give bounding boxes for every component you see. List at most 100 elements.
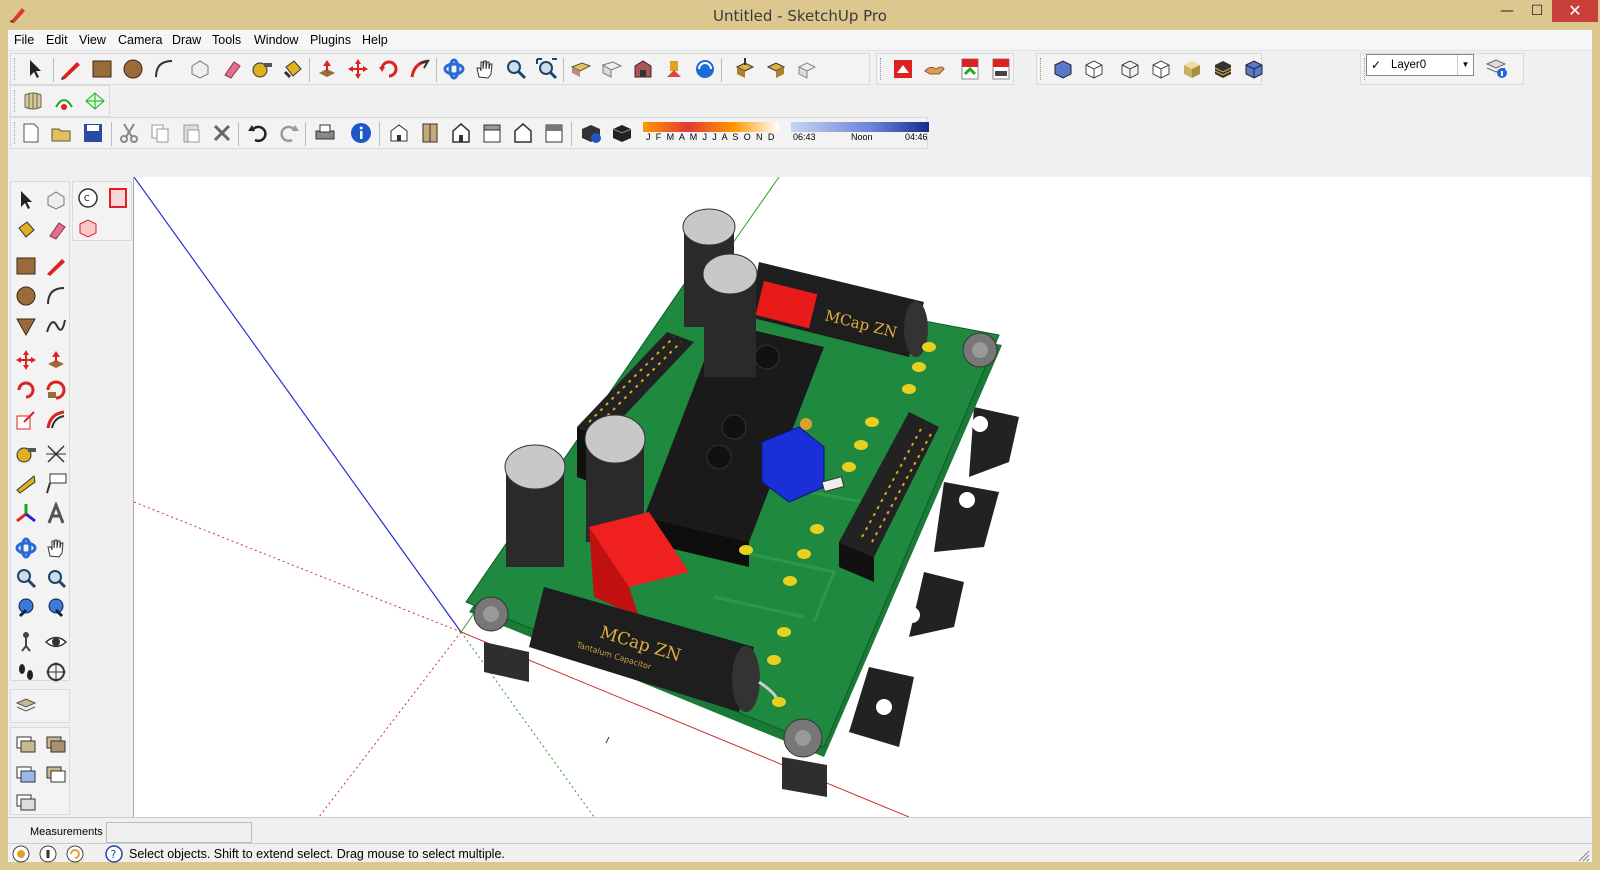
previous-view-icon[interactable] [12, 594, 40, 622]
paint-bucket-icon[interactable] [279, 55, 307, 83]
add-scene-icon[interactable] [12, 730, 40, 758]
eraser-icon[interactable] [42, 216, 70, 244]
move-icon[interactable] [12, 346, 40, 374]
menu-edit[interactable]: Edit [46, 33, 68, 47]
sandbox-smoove-icon[interactable] [50, 87, 78, 115]
orbit-icon[interactable] [440, 55, 468, 83]
back-view-icon[interactable] [509, 119, 537, 147]
make-component-icon[interactable] [186, 55, 214, 83]
push-pull-icon[interactable] [42, 346, 70, 374]
extension-icon[interactable] [660, 55, 688, 83]
pdf-export-icon[interactable] [889, 55, 917, 83]
freehand-icon[interactable] [42, 312, 70, 340]
look-around-icon[interactable] [42, 628, 70, 656]
scene-manager-icon[interactable] [12, 760, 40, 788]
rotate-icon[interactable] [12, 376, 40, 404]
export-icon[interactable] [762, 55, 790, 83]
position-camera-icon[interactable] [12, 628, 40, 656]
pencil-line-icon[interactable] [57, 55, 85, 83]
scene-delete-icon[interactable] [12, 788, 40, 816]
shadow-settings-icon[interactable] [577, 119, 605, 147]
rotate-icon[interactable] [375, 55, 403, 83]
undo-icon[interactable] [244, 119, 272, 147]
shaded-style-icon[interactable] [1178, 55, 1206, 83]
3d-text-icon[interactable] [42, 500, 70, 528]
pan-hand-icon[interactable] [471, 55, 499, 83]
top-view-icon[interactable] [416, 119, 444, 147]
scale-icon[interactable] [12, 406, 40, 434]
copy-icon[interactable] [146, 119, 174, 147]
select-arrow-icon[interactable] [21, 55, 49, 83]
section-cut-icon[interactable] [74, 214, 102, 242]
geo-location-icon[interactable] [11, 844, 31, 864]
tape-measure-icon[interactable] [248, 55, 276, 83]
sandbox-contours-icon[interactable] [19, 87, 47, 115]
measurements-input[interactable] [106, 822, 252, 843]
left-view-icon[interactable] [540, 119, 568, 147]
close-button[interactable]: ✕ [1552, 0, 1598, 22]
open-folder-icon[interactable] [48, 119, 76, 147]
hands-icon[interactable] [920, 55, 948, 83]
tape-measure-icon[interactable] [12, 440, 40, 468]
cut-icon[interactable] [115, 119, 143, 147]
shadow-month-slider[interactable]: J F M A M J J A S O N D [643, 122, 779, 144]
shaded-textures-style-icon[interactable] [1209, 55, 1237, 83]
circle-icon[interactable] [119, 55, 147, 83]
delete-icon[interactable] [208, 119, 236, 147]
pdf-import-icon[interactable] [956, 55, 984, 83]
resize-grip-icon[interactable] [1576, 848, 1590, 862]
redo-icon[interactable] [275, 119, 303, 147]
follow-me-icon[interactable] [406, 55, 434, 83]
account-icon[interactable] [65, 844, 85, 864]
select-arrow-icon[interactable] [12, 186, 40, 214]
sandbox-scratch-icon[interactable] [81, 87, 109, 115]
save-icon[interactable] [79, 119, 107, 147]
move-icon[interactable] [344, 55, 372, 83]
dimension-icon[interactable] [42, 440, 70, 468]
polygon-icon[interactable] [12, 312, 40, 340]
menu-window[interactable]: Window [254, 33, 298, 47]
protractor-icon[interactable] [12, 470, 40, 498]
pencil-line-icon[interactable] [42, 252, 70, 280]
new-file-icon[interactable] [17, 119, 45, 147]
orbit-icon[interactable] [12, 534, 40, 562]
menu-camera[interactable]: Camera [118, 33, 162, 47]
display-section-icon[interactable] [104, 184, 132, 212]
menu-tools[interactable]: Tools [212, 33, 241, 47]
menu-view[interactable]: View [79, 33, 106, 47]
import-icon[interactable] [731, 55, 759, 83]
iso-view-icon[interactable] [385, 119, 413, 147]
menu-plugins[interactable]: Plugins [310, 33, 351, 47]
menu-file[interactable]: File [14, 33, 34, 47]
offset-icon[interactable] [42, 406, 70, 434]
menu-draw[interactable]: Draw [172, 33, 201, 47]
monochrome-style-icon[interactable] [1240, 55, 1268, 83]
rectangle-icon[interactable] [12, 252, 40, 280]
walk-icon[interactable] [12, 658, 40, 686]
modeling-viewport[interactable]: MCap ZN MCap ZN Tantalum Capacitor [133, 177, 1590, 817]
axes-icon[interactable] [12, 500, 40, 528]
shadow-time-slider[interactable]: 06:43 Noon 04:46 [791, 122, 929, 144]
minimize-button[interactable]: — [1492, 0, 1522, 22]
section-plane-icon[interactable] [42, 658, 70, 686]
right-view-icon[interactable] [478, 119, 506, 147]
follow-me-icon[interactable] [42, 376, 70, 404]
xray-style-icon[interactable] [1049, 55, 1077, 83]
paste-icon[interactable] [177, 119, 205, 147]
maximize-button[interactable]: ☐ [1522, 0, 1552, 22]
warehouse-icon[interactable] [629, 55, 657, 83]
rectangle-icon[interactable] [88, 55, 116, 83]
next-view-icon[interactable] [42, 594, 70, 622]
arc-icon[interactable] [150, 55, 178, 83]
text-tool-icon[interactable] [42, 470, 70, 498]
section-plane-tool-icon[interactable]: C [74, 184, 102, 212]
front-view-icon[interactable] [447, 119, 475, 147]
zoom-icon[interactable] [502, 55, 530, 83]
circle-icon[interactable] [12, 282, 40, 310]
pdf-html-icon[interactable] [987, 55, 1015, 83]
credits-icon[interactable] [38, 844, 58, 864]
arc-icon[interactable] [42, 282, 70, 310]
menu-help[interactable]: Help [362, 33, 388, 47]
push-pull-icon[interactable] [313, 55, 341, 83]
back-edges-style-icon[interactable] [1080, 55, 1108, 83]
